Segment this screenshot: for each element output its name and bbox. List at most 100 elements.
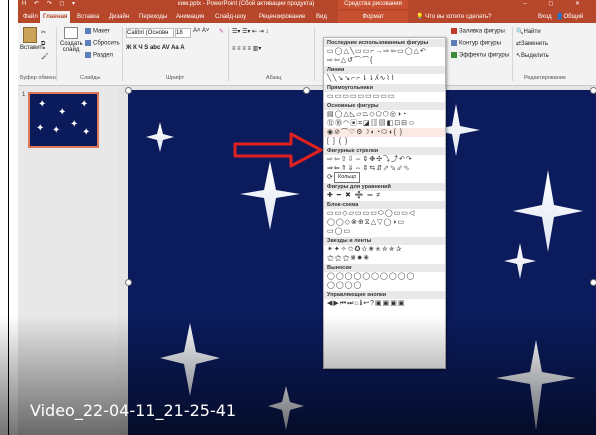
effects-icon [451, 52, 457, 58]
align-icons[interactable]: ≡ ≡ ≡ ≡ ▥▾ [232, 45, 261, 52]
tab-transitions[interactable]: Переходы [136, 11, 170, 23]
group-separator [122, 27, 123, 81]
group-separator [314, 27, 315, 81]
star-shape: ✦ [80, 99, 89, 110]
gallery-section-header: Линии [324, 66, 445, 74]
shape-row[interactable]: ◯◯◯◯ [324, 281, 445, 290]
resize-handle[interactable] [125, 87, 132, 94]
shape-row[interactable]: ▭▭▭▭▭▭▭▭▭ [324, 92, 445, 101]
find-label: Найти [523, 29, 541, 35]
resize-handle[interactable] [590, 279, 596, 286]
shape-row[interactable]: ⇨⇦△↺⌒⌒{ [324, 56, 445, 65]
star-shape: ✦ [70, 119, 79, 130]
font-format-row[interactable]: Ж К Ч S abc AV Aa A [126, 45, 185, 51]
shape-row[interactable]: ✚ ━ ✖ ➗ ═ ≠ [324, 191, 445, 200]
gallery-section-header: Последние использованные фигуры [324, 39, 445, 47]
group-separator [512, 27, 513, 81]
section-icon [85, 52, 91, 58]
window-controls[interactable]: – ◻ ✕ [523, 0, 590, 9]
shape-row[interactable]: ▭▭◇▱▭▭▭⬭◯▭▭◁ [324, 209, 445, 218]
editing-group-label: Редактирование [524, 75, 566, 81]
select-button[interactable]: ↖Выделить [516, 52, 549, 59]
font-size-select[interactable]: 18 [175, 28, 191, 38]
gallery-section-header: Звезды и ленты [324, 237, 445, 245]
shape-effects-button[interactable]: Эффекты фигуры [451, 52, 509, 59]
shape-row[interactable]: ◉⊘⌒♡⚙☽◐◔⬭◖{ } [324, 128, 445, 137]
replace-label: Заменить [521, 41, 548, 47]
tab-home[interactable]: Главная [40, 11, 71, 23]
shape-outline-button[interactable]: Контур фигуры [451, 40, 501, 47]
shape-fill-button[interactable]: Заливка фигуры [451, 28, 505, 35]
gallery-section-header: Управляющие кнопки [324, 291, 445, 299]
cut-icon[interactable]: ✂ [41, 29, 46, 36]
reset-icon [85, 40, 91, 46]
shape-row[interactable]: ◯◯◯◯◯◯◯◯◯◯ [324, 272, 445, 281]
tab-slideshow[interactable]: Слайд-шоу [212, 11, 249, 23]
slide-number: 1 [22, 92, 26, 98]
grow-font-icon[interactable]: A˄ A˅ [193, 28, 209, 34]
paste-button[interactable]: Вставить [20, 27, 45, 51]
copy-icon[interactable]: ⧉ [41, 41, 45, 48]
tab-animations[interactable]: Анимация [173, 11, 207, 23]
tell-me-box[interactable]: 💡 Что вы хотите сделать? [416, 11, 491, 23]
group-separator [228, 27, 229, 81]
shape-row[interactable]: ⑫⑩◠▣⌗◪▥▨◧⊡⊟☺ [324, 119, 445, 128]
resize-handle[interactable] [125, 279, 132, 286]
find-button[interactable]: 🔍Найти [516, 28, 541, 35]
new-slide-button[interactable]: Создать слайд [60, 27, 83, 53]
shape-row[interactable]: ◯◯◇⊗⊕⧖△▽◯◑▭ [324, 218, 445, 227]
reset-label: Сбросить [93, 40, 120, 47]
font-name-select[interactable]: Calibri (Основн [126, 28, 174, 38]
resize-handle[interactable] [590, 87, 596, 94]
tab-view[interactable]: Вид [313, 11, 330, 23]
clipboard-group-label: Буфер обмена [20, 75, 58, 81]
reset-button[interactable]: Сбросить [85, 40, 120, 47]
gallery-section-header: Выноски [324, 264, 445, 272]
title-bar: H ↶ ↷ ◻ ▾ ким.pptx - PowerPoint (Сбой ак… [18, 0, 596, 9]
tab-review[interactable]: Рецензирование [256, 11, 308, 23]
shape-row[interactable]: ◀▶⏮⏭⌂ℹ↩?▣▣▣▣ [324, 299, 445, 308]
shape-row[interactable]: ╲╲↘↘⌐⌐⇂⇂ʎ∿⌇⌇ [324, 74, 445, 83]
star-shape: ✦ [36, 123, 45, 134]
window-title: ким.pptx - PowerPoint (Сбой активации пр… [178, 1, 315, 7]
shape-row[interactable]: ⚝⚝⚝❋✹✺ [324, 254, 445, 263]
section-button[interactable]: Раздел [85, 52, 113, 59]
format-painter-icon[interactable]: 🖌 [41, 53, 49, 60]
font-group-label: Шрифт [166, 75, 185, 81]
gallery-section-header: Фигуры для уравнений [324, 183, 445, 191]
resize-handle[interactable] [303, 87, 310, 94]
slide-thumbnail[interactable]: ✦ ✦ ✦ ✦ ✦ ✦ ✦ [28, 92, 99, 148]
new-slide-label: Создать слайд [60, 41, 83, 53]
context-tab-group-label: Средства рисования [338, 0, 408, 9]
tab-design[interactable]: Дизайн [106, 11, 132, 23]
gallery-section-header: Основные фигуры [324, 102, 445, 110]
star-shape[interactable] [513, 170, 583, 252]
shape-row[interactable]: ⇨⇦⇧⇩⇔⇕✥✣⤵⤴↶↷ [324, 155, 445, 164]
shape-row[interactable]: ▭◯▭ [324, 227, 445, 236]
gallery-section-header: Блок-схема [324, 201, 445, 209]
layout-button[interactable]: Макет [85, 28, 110, 35]
star-shape[interactable] [240, 161, 300, 230]
star-shape[interactable] [146, 122, 174, 152]
section-label: Раздел [93, 52, 113, 59]
clear-format-icon[interactable]: ✎ [219, 28, 224, 35]
star-shape: ✦ [52, 125, 61, 136]
star-shape[interactable] [504, 243, 536, 279]
video-caption: Video_22-04-11_21-25-41 [30, 401, 237, 420]
star-shape: ✦ [38, 99, 47, 110]
sign-in-link[interactable]: Вход [538, 11, 552, 23]
tab-file[interactable]: Файл [20, 11, 41, 23]
slides-group-label: Слайды [80, 75, 101, 81]
bullets-icon[interactable]: ☰▾ ☰▾ ⇤ ⇥ ↕ [232, 28, 269, 35]
shape-row[interactable]: [ ] { } [324, 137, 445, 146]
group-separator [56, 27, 57, 81]
tab-format[interactable]: Формат [338, 11, 408, 23]
shape-row[interactable]: ▭◯△╲▭▭⌐→⇨⇦▭◯△↶ [324, 47, 445, 56]
star-shape: ✦ [82, 127, 91, 138]
tab-insert[interactable]: Вставка [74, 11, 102, 23]
shape-row[interactable]: ▤◯△◺▱⏢◇⬠⬡◎◑◔ [324, 110, 445, 119]
replace-button[interactable]: ⇄Заменить [516, 40, 548, 47]
shape-row[interactable]: ✴✦✧✩✪✫✬✭✮✯✰ [324, 245, 445, 254]
quick-access-toolbar[interactable]: H ↶ ↷ ◻ ▾ [22, 0, 78, 9]
gallery-section-header: Фигурные стрелки [324, 147, 445, 155]
